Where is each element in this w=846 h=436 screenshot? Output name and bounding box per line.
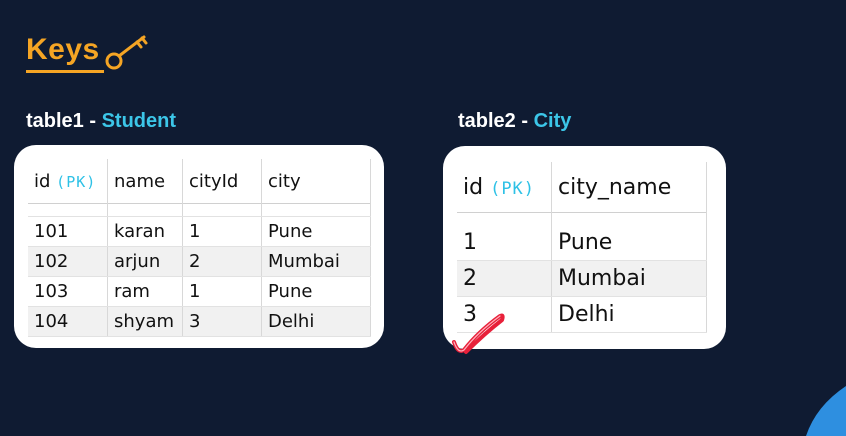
cell-id: 2 [457,260,552,297]
col-header-id-text: id [463,174,484,200]
table-row: 102 arjun 2 Mumbai [28,246,371,277]
cell-id: 103 [28,276,108,307]
cell-name: ram [107,276,183,307]
table2-label-prefix: table2 - [458,110,534,132]
col-header-city: city [261,159,371,204]
pk-annotation: (PK) [490,178,536,199]
col-header-city-name: city_name [551,162,707,213]
checkmark-icon [452,313,505,354]
student-table: id (PK) name cityId city 101 karan 1 Pun… [28,159,371,337]
cell-cityid: 1 [182,216,262,247]
table-row: 103 ram 1 Pune [28,276,371,307]
cell-city: Pune [261,216,371,247]
table-row: 2 Mumbai [457,260,707,297]
col-header-name: name [107,159,183,204]
cell-id: 104 [28,306,108,337]
cell-cityid: 1 [182,276,262,307]
cell-id: 1 [457,225,552,261]
cell-cityid: 2 [182,246,262,277]
cell-name: arjun [107,246,183,277]
table2-label-accent: City [533,110,572,132]
city-table-header: id (PK) city_name [457,162,707,213]
title-underline [26,70,104,73]
student-table-card: id (PK) name cityId city 101 karan 1 Pun… [14,145,384,348]
cell-name: shyam [107,306,183,337]
table1-label-prefix: table1 - [26,110,102,132]
cell-cityid: 3 [182,306,262,337]
cell-name: karan [107,216,183,247]
table-row: 1 Pune [457,225,707,261]
student-table-header: id (PK) name cityId city [28,159,371,204]
page-title: Keys [26,33,100,66]
col-header-id: id (PK) [28,159,108,204]
table-row: 104 shyam 3 Delhi [28,306,371,337]
col-header-id: id (PK) [457,162,552,213]
col-header-cityid: cityId [182,159,262,204]
cell-city: Mumbai [261,246,371,277]
cell-id: 102 [28,246,108,277]
col-header-id-text: id [34,170,51,192]
table-row: 101 karan 1 Pune [28,216,371,247]
cell-city: Pune [261,276,371,307]
pk-annotation: (PK) [56,172,97,191]
table-spacer [28,203,371,217]
cell-city-name: Delhi [551,296,707,333]
cell-city-name: Pune [551,225,707,261]
table1-label-accent: Student [101,110,177,132]
cell-id: 101 [28,216,108,247]
cell-city-name: Mumbai [551,260,707,297]
table-spacer [457,212,707,225]
table1-label: table1 - Student [26,110,176,133]
corner-decoration [806,386,846,436]
cell-city: Delhi [261,306,371,337]
table2-label: table2 - City [458,110,571,133]
key-icon [105,35,148,70]
